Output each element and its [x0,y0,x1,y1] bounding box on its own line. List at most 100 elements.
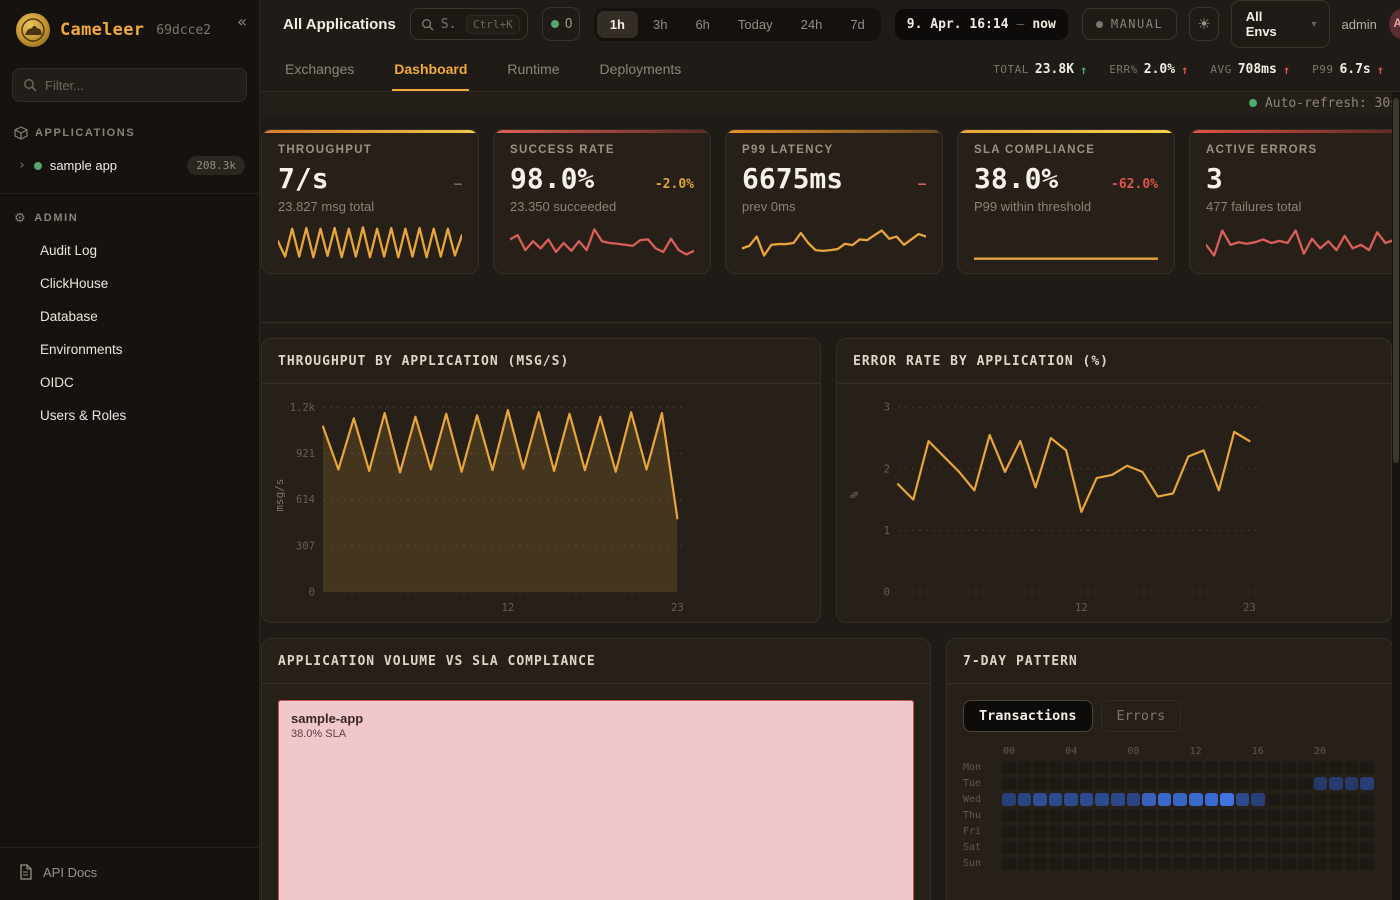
main-area: All Applications S... Ctrl+K O 1h3h6hTod… [261,0,1400,900]
heatmap-cell [1002,841,1016,854]
tab-deployments[interactable]: Deployments [598,48,684,91]
heatmap-cell [1111,793,1125,806]
time-range-6h[interactable]: 6h [682,11,722,38]
page-title: All Applications [283,16,396,33]
tab-dashboard[interactable]: Dashboard [392,48,469,91]
heatmap-cell [1329,825,1343,838]
sidebar-item-sample-app[interactable]: › sample app 208.3k [0,148,259,185]
chart-title: THROUGHPUT BY APPLICATION (MSG/S) [278,354,569,369]
scrollbar-track[interactable] [1392,92,1400,900]
auto-refresh-status: Auto-refresh: 30s [1249,96,1398,111]
search-shortcut-kbd: Ctrl+K [466,15,520,34]
heatmap-cell [1329,809,1343,822]
time-range-1h[interactable]: 1h [597,11,638,38]
heatmap-cell [1002,793,1016,806]
time-range-3h[interactable]: 3h [640,11,680,38]
heatmap-row-thu: Thu [963,809,1376,822]
manual-mode-button[interactable]: MANUAL [1082,8,1177,40]
theme-toggle-button[interactable]: ☀ [1189,7,1219,41]
svg-text:23: 23 [671,602,684,614]
heatmap-day-label: Mon [963,762,1002,773]
pattern-toggle-transactions[interactable]: Transactions [963,700,1093,732]
heatmap-cell [1314,857,1328,870]
svg-text:2: 2 [884,463,890,475]
kpi-card-sla-compliance[interactable]: SLA COMPLIANCE38.0%-62.0%P99 within thre… [957,129,1175,274]
date-separator: — [1017,17,1025,32]
heatmap-cell [1018,841,1032,854]
kpi-card-active-errors[interactable]: ACTIVE ERRORS3–477 failures total [1189,129,1400,274]
app-logo-text: Cameleer [60,20,144,40]
divider [0,193,259,194]
time-range-today[interactable]: Today [725,11,786,38]
heatmap-cell [1173,809,1187,822]
admin-section-header: ⚙ ADMIN [0,200,259,234]
heatmap-cell [1080,793,1094,806]
sidebar-item-api-docs[interactable]: API Docs [0,847,259,900]
heatmap-cell [1220,825,1234,838]
sidebar-filter[interactable] [12,68,247,102]
heatmap-cell [1314,761,1328,774]
pattern-toggle-errors[interactable]: Errors [1101,700,1182,732]
sidebar-item-clickhouse[interactable]: ClickHouse [0,267,259,300]
heatmap-cell [1329,857,1343,870]
heatmap-cell [1033,857,1047,870]
heatmap-cell [1329,777,1343,790]
svg-text:12: 12 [502,602,515,614]
gear-icon: ⚙ [14,210,27,226]
sidebar-item-audit-log[interactable]: Audit Log [0,234,259,267]
heatmap-cell [1002,809,1016,822]
heatmap-cell [1095,841,1109,854]
heatmap-cell [1251,825,1265,838]
heatmap-cell [1267,761,1281,774]
svg-text:12: 12 [1075,602,1088,614]
arrow-up-icon: ↑ [1181,63,1188,77]
kpi-value: 38.0% [974,162,1058,195]
kpi-label: THROUGHPUT [278,144,462,156]
kpi-card-success-rate[interactable]: SUCCESS RATE98.0%-2.0%23.350 succeeded [493,129,711,274]
treemap-app-name: sample-app [291,711,901,726]
heatmap-row-fri: Fri [963,825,1376,838]
heatmap-cell [1282,857,1296,870]
environments-dropdown[interactable]: All Envs ▾ [1231,0,1330,48]
kpi-accent-bar [958,130,1174,133]
sidebar-collapse-icon[interactable]: « [237,12,247,31]
tab-exchanges[interactable]: Exchanges [283,48,356,91]
tab-runtime[interactable]: Runtime [505,48,561,91]
heatmap-cell [1173,761,1187,774]
kpi-value: 7/s [278,162,329,195]
kpi-card-throughput[interactable]: THROUGHPUT7/s–23.827 msg total [261,129,479,274]
scrollbar-thumb[interactable] [1393,98,1399,463]
kpi-card-p99-latency[interactable]: P99 LATENCY6675ms–prev 0ms [725,129,943,274]
time-range-24h[interactable]: 24h [788,11,836,38]
sidebar-item-oidc[interactable]: OIDC [0,366,259,399]
heatmap-cell [1127,809,1141,822]
heatmap-cell [1220,857,1234,870]
treemap-tile-sample-app[interactable]: sample-app 38.0% SLA [278,700,914,900]
heatmap-cell [1329,761,1343,774]
sidebar-item-users-roles[interactable]: Users & Roles [0,399,259,432]
heatmap-row-mon: Mon [963,761,1376,774]
chart-title: ERROR RATE BY APPLICATION (%) [853,354,1109,369]
connection-status-pill[interactable]: O [542,7,580,41]
sidebar-item-database[interactable]: Database [0,300,259,333]
heatmap-cell [1142,793,1156,806]
heatmap-cell [1111,825,1125,838]
filter-input[interactable] [45,78,236,93]
heatmap-cell [1080,825,1094,838]
admin-nav: Audit LogClickHouseDatabaseEnvironmentsO… [0,234,259,432]
heatmap-cell [1002,857,1016,870]
global-search[interactable]: S... Ctrl+K [410,8,528,40]
heatmap-cell [1111,761,1125,774]
chevron-right-icon[interactable]: › [18,158,26,173]
heatmap-row-sun: Sun [963,857,1376,870]
heatmap-cell [1345,825,1359,838]
heatmap-cell [1314,809,1328,822]
date-range-pill[interactable]: 9. Apr. 16:14 — now [895,9,1068,40]
sidebar-item-environments[interactable]: Environments [0,333,259,366]
heatmap-cell [1345,809,1359,822]
error-rate-line-chart[interactable]: 01231223% [843,388,1392,618]
time-range-7d[interactable]: 7d [837,11,877,38]
throughput-area-chart[interactable]: 03076149211.2k1223msg/s [268,388,821,618]
avatar[interactable]: AD [1389,9,1400,39]
heatmap-cell [1205,857,1219,870]
